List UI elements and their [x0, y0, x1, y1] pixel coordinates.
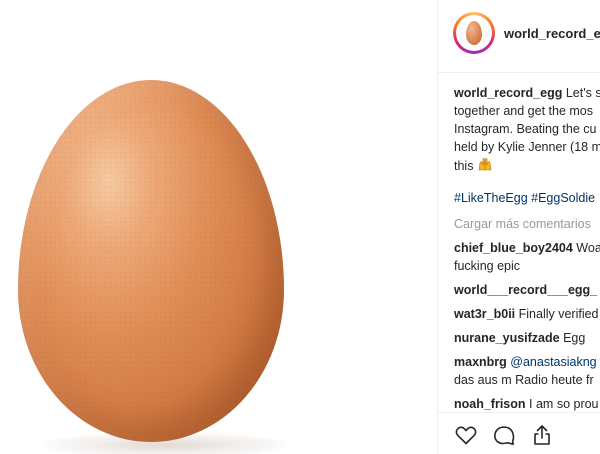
comments-section: world_record_egg Let's s together and ge…	[454, 84, 600, 431]
comment-text: Woa	[576, 241, 600, 255]
avatar-egg-icon	[466, 21, 482, 45]
comment-item: maxnbrg @anastasiakng das aus m Radio he…	[454, 353, 600, 389]
caption-line: held by Kylie Jenner (18 m	[454, 140, 600, 154]
caption-line: Instagram. Beating the cu	[454, 122, 597, 136]
comment-item: chief_blue_boy2404 Woa fucking epic	[454, 239, 600, 275]
post-header: world_record_egg	[438, 0, 600, 73]
comment-item: wat3r_b0ii Finally verified	[454, 305, 600, 323]
comment-icon[interactable]	[492, 423, 516, 452]
caption-username[interactable]: world_record_egg	[454, 86, 562, 100]
action-bar	[438, 412, 600, 454]
avatar-inner	[456, 15, 492, 51]
comment-text-continued: fucking epic	[454, 259, 521, 273]
egg-image	[18, 80, 284, 442]
load-more-comments-link[interactable]: Cargar más comentarios	[454, 215, 600, 233]
share-icon[interactable]	[530, 423, 554, 452]
comment-text-continued: das aus m Radio heute fr	[454, 373, 594, 387]
comment-username[interactable]: maxnbrg	[454, 355, 507, 369]
comment-username[interactable]: world___record___egg_	[454, 283, 597, 297]
comment-username[interactable]: chief_blue_boy2404	[454, 241, 573, 255]
comment-text: Egg	[563, 331, 586, 345]
comment-username[interactable]: wat3r_b0ii	[454, 307, 515, 321]
comment-mention[interactable]: @anastasiakng	[510, 355, 596, 369]
post-sidebar: world_record_egg world_record_egg Let's …	[437, 0, 600, 454]
comment-username[interactable]: nurane_yusifzade	[454, 331, 560, 345]
post-photo[interactable]	[0, 0, 437, 454]
caption-line: Let's s	[565, 86, 600, 100]
raising-hands-icon	[477, 156, 493, 177]
comment-username[interactable]: noah_frison	[454, 397, 526, 411]
header-username[interactable]: world_record_egg	[504, 26, 600, 41]
comment-item: world___record___egg_	[454, 281, 600, 299]
heart-icon[interactable]	[454, 423, 478, 452]
caption-line: this	[454, 158, 474, 173]
caption: world_record_egg Let's s together and ge…	[454, 84, 600, 177]
comment-text: I am so prou	[529, 397, 599, 411]
comment-item: nurane_yusifzade Egg	[454, 329, 600, 347]
hashtags[interactable]: #LikeTheEgg #EggSoldie	[454, 189, 600, 207]
comment-text: Finally verified	[518, 307, 599, 321]
avatar[interactable]	[453, 12, 495, 54]
caption-line: together and get the mos	[454, 104, 593, 118]
